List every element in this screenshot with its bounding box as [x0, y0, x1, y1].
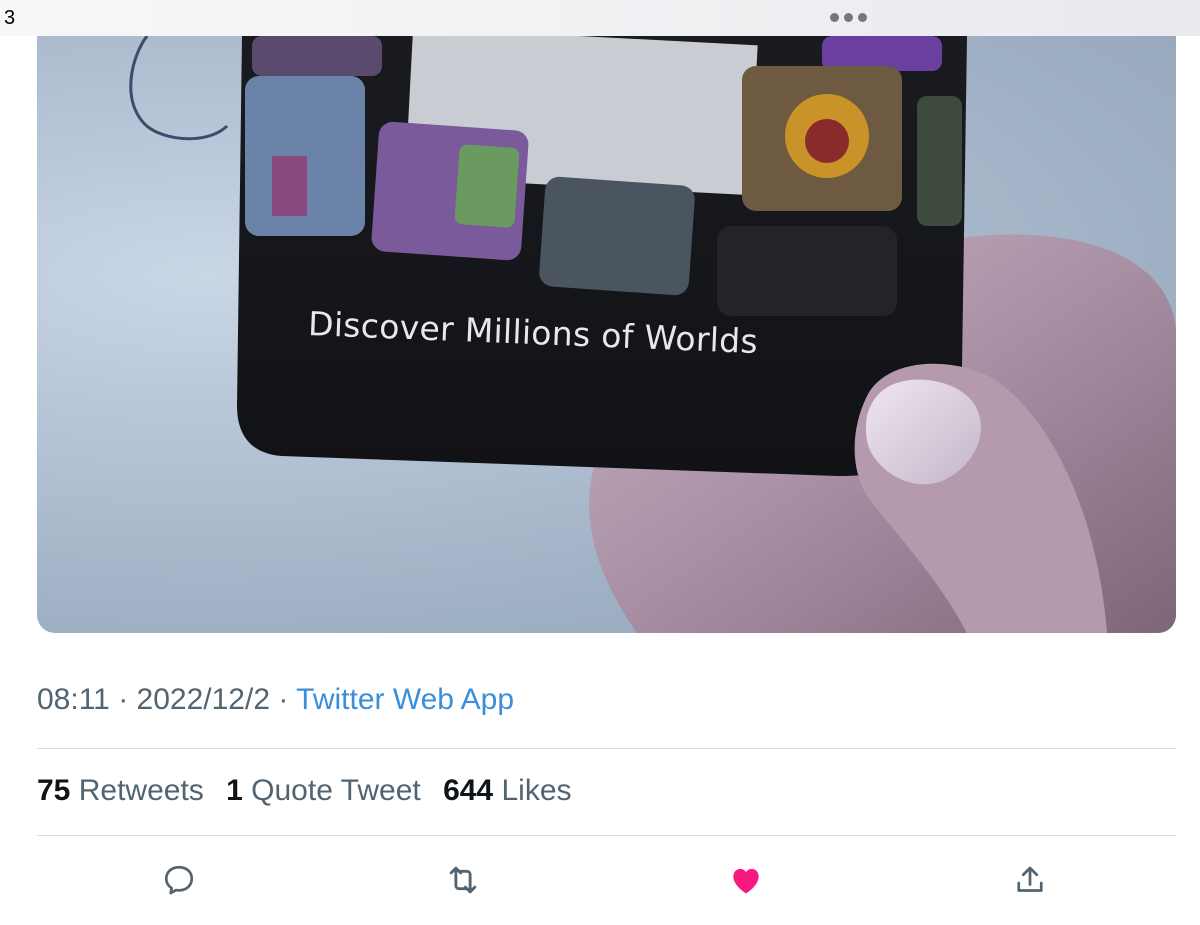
- quotes-count: 1: [226, 774, 243, 807]
- tweet-time[interactable]: 08:11: [37, 683, 110, 716]
- comment-bubble-icon: [164, 865, 194, 895]
- reply-button[interactable]: [159, 860, 199, 900]
- game-tile-creature-core: [805, 119, 849, 163]
- retweets-count: 75: [37, 774, 71, 807]
- game-tile-accent: [454, 144, 520, 228]
- divider: [37, 835, 1176, 836]
- game-tile: [252, 36, 382, 76]
- meta-separator: ·: [118, 683, 129, 716]
- likes-label: Likes: [501, 774, 572, 807]
- divider: [37, 748, 1176, 749]
- tweet-source-link[interactable]: Twitter Web App: [296, 683, 514, 716]
- cable-line: [129, 36, 229, 141]
- game-tile: [717, 226, 897, 316]
- more-options-icon[interactable]: [830, 13, 872, 23]
- game-tile-figure: [272, 156, 307, 216]
- meta-separator: ·: [278, 683, 289, 716]
- likes-stat[interactable]: 644 Likes: [443, 774, 571, 807]
- tweet-date[interactable]: 2022/12/2: [137, 683, 270, 716]
- game-tile: [917, 96, 962, 226]
- retweet-arrows-icon: [449, 866, 477, 894]
- quotes-label: Quote Tweet: [251, 774, 421, 807]
- status-bar: 3: [0, 0, 1200, 36]
- tweet-stats: 75 Retweets 1 Quote Tweet 644 Likes: [37, 774, 586, 808]
- quote-tweets-stat[interactable]: 1 Quote Tweet: [226, 774, 421, 807]
- share-upload-icon: [1017, 866, 1043, 892]
- share-button[interactable]: [1010, 860, 1050, 900]
- retweet-button[interactable]: [443, 860, 483, 900]
- tweet-timestamp-line: 08:11 · 2022/12/2 · Twitter Web App: [37, 683, 514, 717]
- likes-count: 644: [443, 774, 494, 807]
- status-time: 3: [4, 7, 16, 29]
- heart-filled-icon: [733, 868, 759, 894]
- retweets-stat[interactable]: 75 Retweets: [37, 774, 204, 807]
- retweets-label: Retweets: [78, 774, 204, 807]
- game-tile: [539, 176, 695, 296]
- like-button[interactable]: [726, 860, 766, 900]
- tweet-photo[interactable]: Discover Millions of Worlds: [37, 36, 1176, 633]
- game-tile: [822, 36, 942, 71]
